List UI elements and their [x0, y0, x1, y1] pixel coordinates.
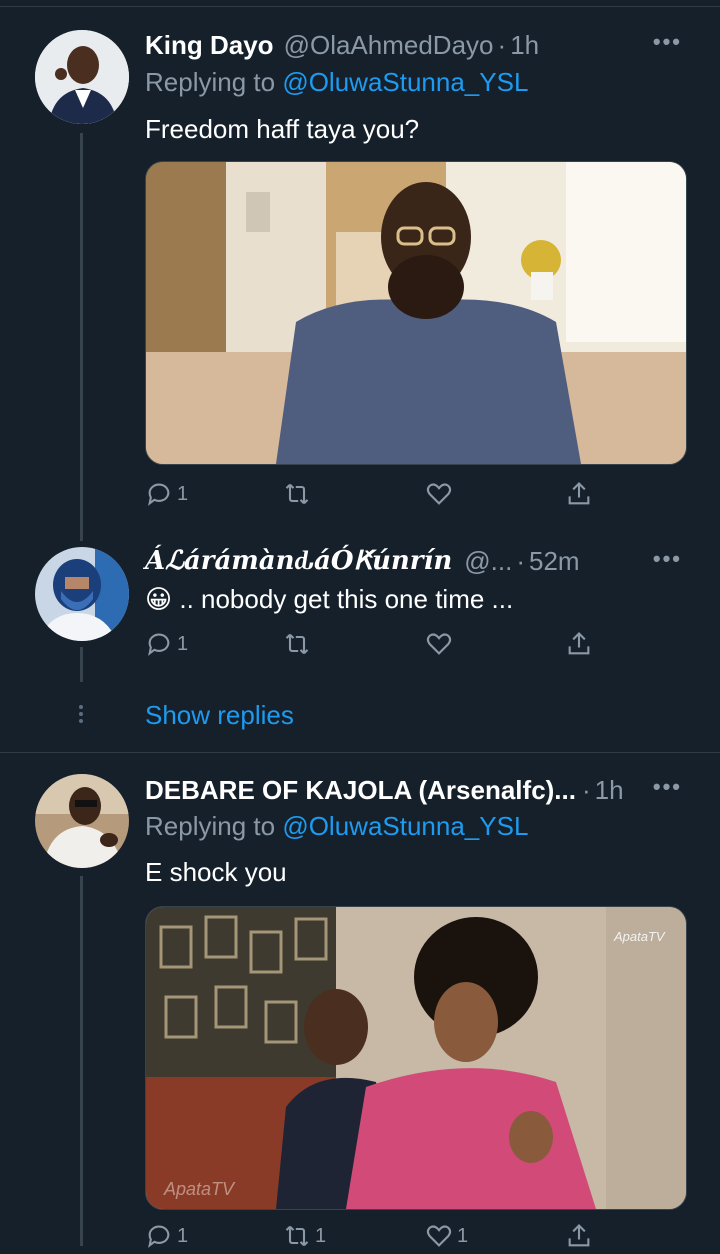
- tweet-2[interactable]: ÁℒárámànԃáÓԞúnrín @... · 52m ••• 😀 .. no…: [0, 544, 720, 744]
- separator-dot: ·: [516, 545, 526, 576]
- separator-dot: ·: [497, 29, 507, 60]
- avatar[interactable]: [35, 774, 129, 868]
- tweet-media[interactable]: ApataTV ApataTV: [145, 906, 687, 1210]
- like-count: 1: [457, 1224, 469, 1247]
- reply-icon: [148, 1225, 170, 1248]
- avatar[interactable]: [35, 547, 129, 641]
- retweet-icon: [285, 483, 309, 505]
- handle[interactable]: @...: [464, 546, 512, 577]
- tweet-text: E shock you: [145, 857, 287, 887]
- avatar-image: [35, 774, 129, 868]
- tweet-1[interactable]: King Dayo @OlaAhmedDayo · 1h ••• Replyin…: [0, 25, 720, 541]
- thread-dots: [78, 702, 84, 726]
- tweet-actions: 1: [145, 630, 685, 662]
- share-icon: [568, 1224, 590, 1247]
- tweet-actions: 1 1 1: [145, 1222, 685, 1254]
- like-icon: [426, 483, 452, 505]
- retweet-icon: [285, 633, 309, 655]
- top-border: [0, 0, 720, 7]
- tweet-header: King Dayo @OlaAhmedDayo · 1h: [145, 25, 539, 65]
- replying-prefix: Replying to: [145, 811, 276, 841]
- like-icon: [426, 1225, 452, 1247]
- display-name[interactable]: King Dayo: [145, 30, 274, 61]
- share-icon: [568, 632, 590, 655]
- tweet-text-line: 😀 .. nobody get this one time ...: [145, 584, 513, 615]
- share-button[interactable]: [565, 630, 593, 658]
- like-button[interactable]: 1: [425, 1222, 468, 1250]
- more-icon[interactable]: •••: [653, 774, 682, 800]
- share-icon: [568, 482, 590, 505]
- tweet-text: .. nobody get this one time ...: [179, 584, 514, 614]
- like-icon: [426, 633, 452, 655]
- media-image: [146, 162, 686, 464]
- retweet-count: 1: [315, 1224, 327, 1247]
- retweet-icon: [285, 1225, 309, 1247]
- replying-line: Replying to @OluwaStunna_YSL: [145, 811, 528, 842]
- replying-to-link[interactable]: @OluwaStunna_YSL: [282, 67, 528, 97]
- handle[interactable]: @OlaAhmedDayo: [284, 30, 494, 61]
- tweet-3[interactable]: DEBARE OF KAJOLA (Arsenalfc)... · 1h •••…: [0, 770, 720, 1248]
- thread-line: [80, 876, 83, 1246]
- share-button[interactable]: [565, 1222, 593, 1250]
- media-watermark-top: ApataTV: [613, 929, 666, 944]
- retweet-button[interactable]: 1: [283, 1222, 326, 1250]
- more-icon[interactable]: •••: [653, 29, 682, 55]
- grinning-emoji-icon: 😀: [145, 584, 173, 614]
- separator-dot: ·: [581, 774, 591, 805]
- tweet-header: ÁℒárámànԃáÓԞúnrín @... · 52m: [145, 541, 580, 581]
- reply-button[interactable]: 1: [145, 1222, 188, 1250]
- display-name[interactable]: ÁℒárámànԃáÓԞúnrín: [145, 546, 452, 576]
- tweet-media[interactable]: [145, 161, 687, 465]
- thread-line: [80, 133, 83, 541]
- reply-icon: [148, 483, 170, 506]
- avatar[interactable]: [35, 30, 129, 124]
- media-image: ApataTV ApataTV: [146, 907, 686, 1209]
- reply-button[interactable]: 1: [145, 480, 188, 508]
- timestamp[interactable]: 1h: [510, 30, 539, 61]
- tweet-text: Freedom haff taya you?: [145, 114, 420, 144]
- avatar-image: [35, 30, 129, 124]
- thread-line: [80, 647, 83, 682]
- timestamp[interactable]: 1h: [595, 775, 624, 806]
- like-button[interactable]: [425, 630, 457, 658]
- tweet-header: DEBARE OF KAJOLA (Arsenalfc)... · 1h: [145, 770, 624, 810]
- like-button[interactable]: [425, 480, 457, 508]
- retweet-button[interactable]: [283, 630, 315, 658]
- media-watermark-bottom: ApataTV: [163, 1179, 236, 1199]
- timestamp[interactable]: 52m: [529, 546, 580, 577]
- more-icon[interactable]: •••: [653, 546, 682, 572]
- replying-to-link[interactable]: @OluwaStunna_YSL: [282, 811, 528, 841]
- reply-count: 1: [177, 632, 189, 655]
- retweet-button[interactable]: [283, 480, 315, 508]
- reply-count: 1: [177, 482, 189, 505]
- avatar-image: [35, 547, 129, 641]
- tweet-actions: 1: [145, 480, 685, 512]
- reply-icon: [148, 633, 170, 656]
- replying-line: Replying to @OluwaStunna_YSL: [145, 67, 528, 98]
- display-name[interactable]: DEBARE OF KAJOLA (Arsenalfc)...: [145, 775, 576, 806]
- reply-button[interactable]: 1: [145, 630, 188, 658]
- divider: [0, 752, 720, 753]
- share-button[interactable]: [565, 480, 593, 508]
- show-replies-link[interactable]: Show replies: [145, 700, 294, 731]
- reply-count: 1: [177, 1224, 189, 1247]
- replying-prefix: Replying to: [145, 67, 276, 97]
